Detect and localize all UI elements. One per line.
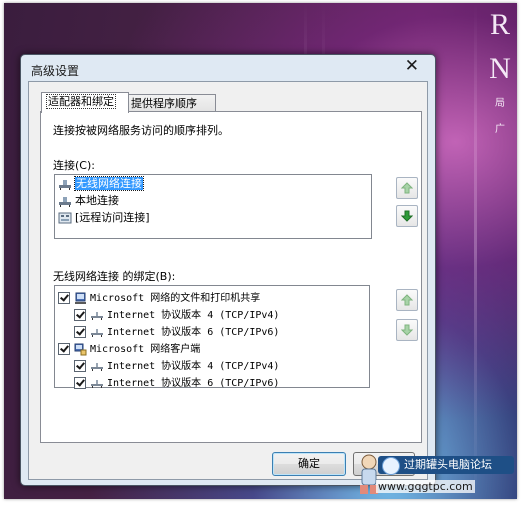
binding-label: Internet 协议版本 4 (TCP/IPv4) [107,361,280,372]
description-text: 连接按被网络服务访问的顺序排列。 [53,124,229,137]
protocol-icon [91,380,103,388]
ok-button[interactable]: 确定 [272,452,346,476]
binding-item[interactable]: Internet 协议版本 4 (TCP/IPv4) [55,357,369,374]
binding-item[interactable]: Internet 协议版本 6 (TCP/IPv6) [55,374,369,391]
network-client-icon [74,343,87,355]
move-up-button[interactable] [396,177,418,199]
light-streak [474,3,477,499]
file-print-sharing-icon [75,292,86,304]
connection-label: 无线网络连接 [74,176,144,191]
tab-provider-order[interactable]: 提供程序顺序 [126,94,216,112]
advanced-settings-dialog: 高级设置 ✕ 适配器和绑定 提供程序顺序 连接按被网络服务访问的顺序排列。 连接… [20,54,436,486]
protocol-icon [91,329,103,337]
dialog-title: 高级设置 [31,64,80,78]
arrow-up-icon [401,294,413,306]
binding-label: Microsoft 网络客户端 [90,344,201,355]
side-letter: N [489,52,511,85]
protocol-icon [91,312,103,320]
binding-label: Internet 协议版本 4 (TCP/IPv4) [107,310,280,321]
arrow-up-icon [401,182,413,194]
tab-label: 适配器和绑定 [46,94,116,109]
network-adapter-icon [59,197,71,207]
tab-panel: 连接按被网络服务访问的顺序排列。 连接(C): 无线网络连接 本地连接 [远程访… [40,111,422,443]
tab-label: 提供程序顺序 [131,97,197,110]
bindings-list[interactable]: Microsoft 网络的文件和打印机共享 Internet 协议版本 4 (T… [54,285,370,391]
protocol-icon [91,363,103,371]
binding-item[interactable]: Microsoft 网络客户端 [55,340,369,357]
binding-move-up-button[interactable] [396,289,418,311]
binding-checkbox[interactable] [74,360,86,372]
binding-item[interactable]: Microsoft 网络的文件和打印机共享 [55,289,369,306]
connections-list[interactable]: 无线网络连接 本地连接 [远程访问连接] [54,174,372,239]
connection-item[interactable]: 本地连接 [55,192,371,209]
background-side-text: R N 局 广 [489,3,511,143]
arrow-down-icon [401,324,413,336]
binding-checkbox[interactable] [58,292,70,304]
dialog-content: 适配器和绑定 提供程序顺序 连接按被网络服务访问的顺序排列。 连接(C): 无线… [28,81,428,480]
side-letter: 广 [495,124,505,135]
tab-adapters-bindings[interactable]: 适配器和绑定 [41,92,129,113]
connection-label: 本地连接 [75,194,119,207]
binding-checkbox[interactable] [58,343,70,355]
move-down-button[interactable] [396,205,418,227]
forum-watermark: 过期罐头电脑论坛 www.gqgtpc.com [354,452,516,497]
title-bar[interactable]: 高级设置 ✕ [21,55,435,81]
connection-item[interactable]: [远程访问连接] [55,209,371,226]
binding-move-down-button[interactable] [396,319,418,341]
side-letter: 局 [495,98,505,109]
arrow-down-icon [401,210,413,222]
bindings-label: 无线网络连接 的绑定(B): [53,270,176,283]
binding-checkbox[interactable] [74,326,86,338]
forum-url: www.gqgtpc.com [376,480,475,493]
side-letter: R [489,8,510,41]
binding-checkbox[interactable] [74,309,86,321]
binding-checkbox[interactable] [74,377,86,389]
binding-label: Internet 协议版本 6 (TCP/IPv6) [107,327,280,338]
binding-item[interactable]: Internet 协议版本 4 (TCP/IPv4) [55,306,369,323]
forum-logo-icon [382,457,400,475]
connection-item[interactable]: 无线网络连接 [55,175,371,192]
network-adapter-icon [59,180,71,190]
forum-name: 过期罐头电脑论坛 [404,458,492,471]
binding-item[interactable]: Internet 协议版本 6 (TCP/IPv6) [55,323,369,340]
connection-label: [远程访问连接] [75,211,150,224]
binding-label: Microsoft 网络的文件和打印机共享 [90,293,261,304]
connections-label: 连接(C): [53,159,95,172]
close-icon[interactable]: ✕ [405,56,419,76]
remote-access-icon [58,212,72,223]
binding-label: Internet 协议版本 6 (TCP/IPv6) [107,378,280,389]
